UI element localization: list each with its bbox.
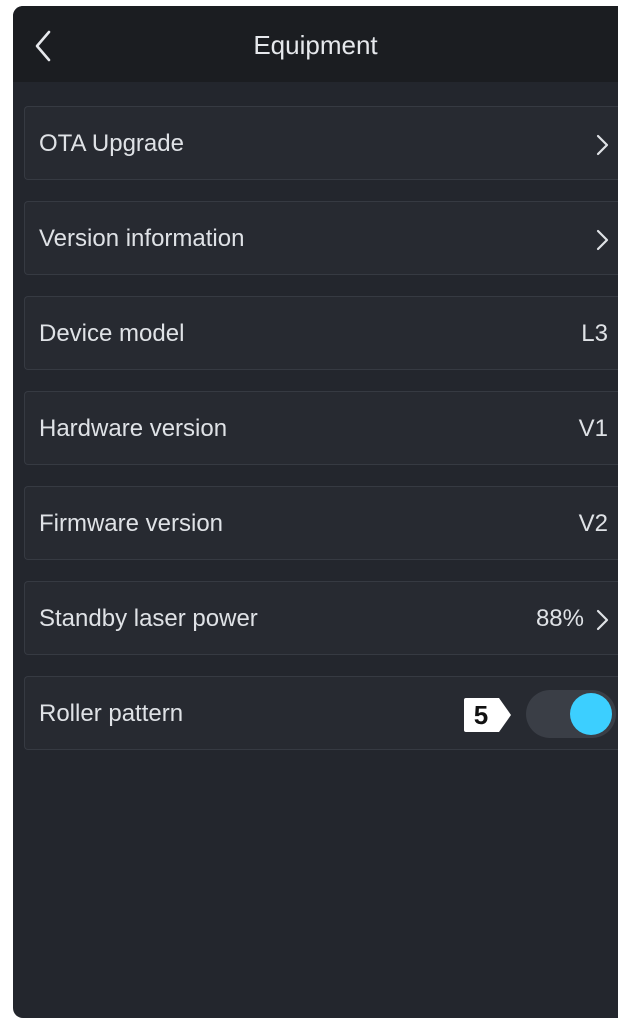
settings-list: OTA Upgrade Version information Device m… [24,106,618,771]
roller-pattern-toggle[interactable] [526,690,616,738]
row-label: OTA Upgrade [39,130,184,157]
callout-badge: 5 [463,697,513,733]
ota-upgrade-row[interactable]: OTA Upgrade [24,106,618,180]
device-model-row: Device model L3 [24,296,618,370]
hardware-version-value: V1 [578,415,608,442]
device-model-value: L3 [581,320,608,347]
equipment-screen: Equipment OTA Upgrade Version informatio… [13,6,618,1018]
firmware-version-value: V2 [578,510,608,537]
laser-power-value: 88% [535,605,584,632]
row-label: Firmware version [39,510,224,537]
chevron-right-icon [594,228,610,252]
toggle-knob [570,693,612,735]
row-label: Version information [39,225,245,252]
chevron-right-icon [594,608,610,632]
row-label: Device model [39,320,185,347]
firmware-version-row: Firmware version V2 [24,486,618,560]
row-label: Roller pattern [39,700,184,727]
row-label: Hardware version [39,415,228,442]
standby-laser-power-row[interactable]: Standby laser power 88% [24,581,618,655]
chevron-right-icon [594,133,610,157]
callout-number: 5 [473,700,489,730]
page-title: Equipment [253,30,378,60]
header-bar: Equipment [13,6,618,82]
roller-pattern-row: Roller pattern 5 [24,676,618,750]
row-label: Standby laser power [39,605,258,632]
hardware-version-row: Hardware version V1 [24,391,618,465]
version-information-row[interactable]: Version information [24,201,618,275]
